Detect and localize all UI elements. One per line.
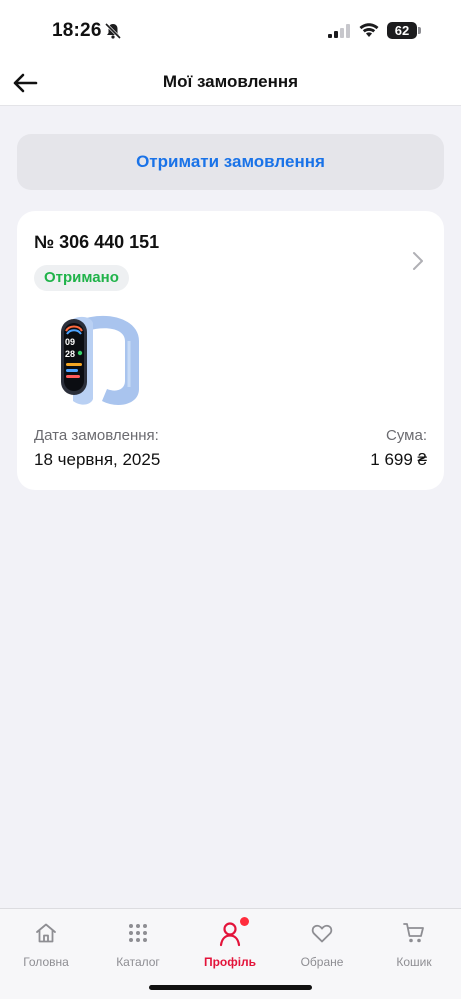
tab-label-home: Головна: [23, 955, 69, 969]
status-badge: Отримано: [34, 265, 129, 291]
tab-favorites[interactable]: Обране: [276, 917, 368, 977]
tab-label-cart: Кошик: [396, 955, 432, 969]
svg-text:09: 09: [65, 337, 75, 347]
tab-catalog[interactable]: Каталог: [92, 917, 184, 977]
tab-label-profile: Профіль: [203, 955, 257, 969]
tab-cart[interactable]: Кошик: [368, 917, 460, 977]
order-sum-label: Сума:: [386, 427, 427, 444]
svg-text:28: 28: [65, 349, 75, 359]
receive-order-button[interactable]: Отримати замовлення: [17, 134, 444, 190]
home-icon: [36, 923, 56, 943]
product-image: 09 28: [61, 315, 139, 405]
status-time: 18:26: [52, 20, 102, 41]
grid-icon: [129, 924, 147, 942]
tab-home[interactable]: Головна: [0, 917, 92, 977]
order-date: 18 червня, 2025: [34, 450, 161, 469]
cart-icon: [403, 923, 424, 943]
chevron-right-icon: [413, 252, 423, 270]
home-indicator[interactable]: [149, 985, 312, 990]
battery-icon: 62: [387, 22, 417, 39]
notification-dot: [240, 917, 249, 926]
battery-cap: [418, 27, 421, 34]
wifi-icon: [359, 23, 379, 37]
page-title: Мої замовлення: [162, 72, 299, 91]
heart-icon: [311, 924, 333, 943]
status-bar: 18:26 62: [0, 0, 461, 62]
order-date-label: Дата замовлення:: [34, 427, 159, 444]
order-card[interactable]: № 306 440 151 Отримано 09 28 Дата замовл…: [17, 211, 444, 490]
order-number: № 306 440 151: [34, 232, 160, 252]
bell-off-icon: [104, 22, 122, 40]
cellular-signal-icon: [328, 24, 350, 38]
battery-level: 62: [394, 23, 410, 38]
tab-profile[interactable]: Профіль: [184, 917, 276, 977]
profile-icon: [219, 922, 241, 947]
nav-bar: Мої замовлення: [0, 62, 461, 106]
tab-label-catalog: Каталог: [116, 955, 160, 969]
order-sum: 1 699 ₴: [370, 450, 427, 469]
tab-label-favorites: Обране: [300, 955, 344, 969]
